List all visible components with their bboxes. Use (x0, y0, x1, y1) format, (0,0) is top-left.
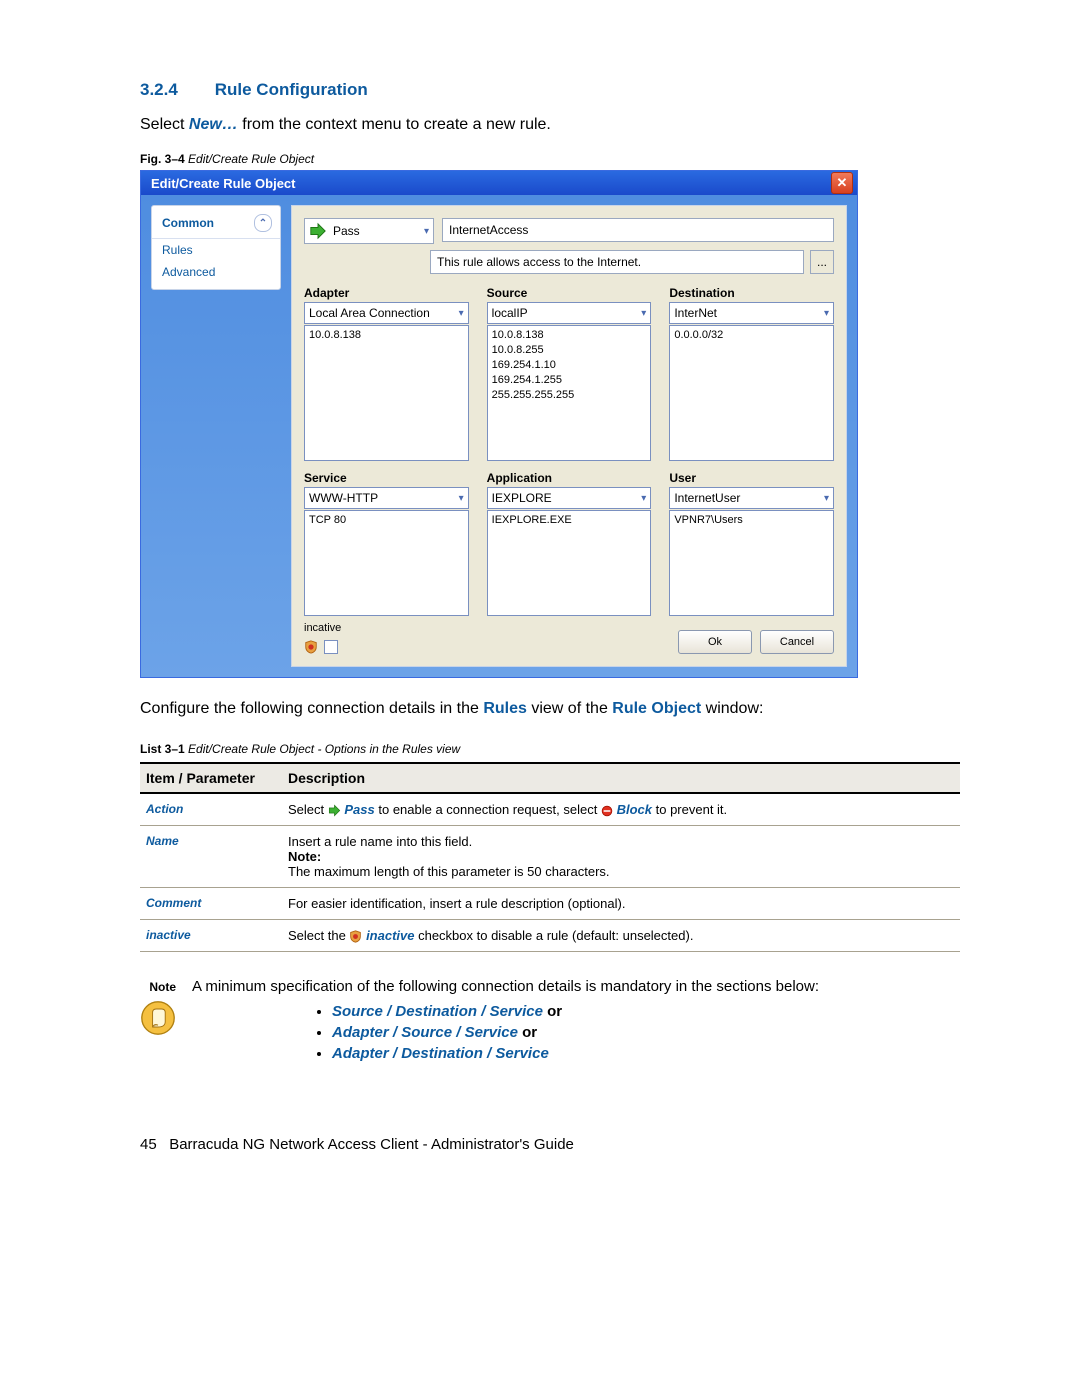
dialog-title: Edit/Create Rule Object (151, 176, 295, 191)
collapse-icon[interactable]: ⌃ (254, 214, 272, 232)
cancel-button[interactable]: Cancel (760, 630, 834, 654)
source-label: Source (487, 286, 652, 300)
user-listbox[interactable]: VPNR7\Users (669, 510, 834, 616)
pass-arrow-icon (328, 804, 341, 817)
adapter-dropdown[interactable]: Local Area Connection ▾ (304, 302, 469, 324)
chevron-down-icon: ▾ (824, 493, 829, 504)
sidebar-header[interactable]: Common ⌃ (152, 212, 280, 239)
after-figure-text: Configure the following connection detai… (140, 700, 960, 718)
section-title: Rule Configuration (215, 80, 368, 99)
destination-label: Destination (669, 286, 834, 300)
note-label: Note (140, 980, 176, 994)
table-row: Action Select Pass to enable a connectio… (140, 793, 960, 826)
page-footer: 45 Barracuda NG Network Access Client - … (140, 1136, 960, 1153)
chevron-down-icon: ▾ (641, 493, 646, 504)
ellipsis-button[interactable]: ... (810, 250, 834, 274)
chevron-down-icon: ▾ (459, 308, 464, 319)
note-text: A minimum specification of the following… (192, 978, 960, 995)
sidebar-item-rules[interactable]: Rules (152, 239, 280, 261)
destination-listbox[interactable]: 0.0.0.0/32 (669, 325, 834, 461)
block-icon (601, 805, 613, 817)
dialog-window: Edit/Create Rule Object ✕ Common ⌃ Rules… (140, 170, 858, 678)
chevron-down-icon: ▾ (424, 226, 429, 237)
ok-button[interactable]: Ok (678, 630, 752, 654)
service-listbox[interactable]: TCP 80 (304, 510, 469, 616)
application-label: Application (487, 471, 652, 485)
intro-text: Select New… from the context menu to cre… (140, 116, 960, 134)
note-bullets: Source / Destination / Service or Adapte… (292, 1003, 960, 1062)
main-panel: Pass ▾ InternetAccess This rule allows a… (291, 205, 847, 667)
adapter-label: Adapter (304, 286, 469, 300)
pass-arrow-icon (309, 222, 327, 240)
close-icon: ✕ (837, 175, 848, 191)
bullet-item: Adapter / Source / Service or (332, 1024, 960, 1041)
chevron-down-icon: ▾ (459, 493, 464, 504)
service-dropdown[interactable]: WWW-HTTP ▾ (304, 487, 469, 509)
page-number: 45 (140, 1136, 157, 1153)
inactive-label: incative (304, 622, 341, 634)
section-heading: 3.2.4 Rule Configuration (140, 80, 960, 100)
chevron-down-icon: ▾ (824, 308, 829, 319)
rule-name-input[interactable]: InternetAccess (442, 218, 834, 242)
application-listbox[interactable]: IEXPLORE.EXE (487, 510, 652, 616)
chevron-down-icon: ▾ (641, 308, 646, 319)
footer-title: Barracuda NG Network Access Client - Adm… (169, 1136, 574, 1153)
parameters-table: Item / Parameter Description Action Sele… (140, 762, 960, 952)
shield-icon (349, 930, 362, 943)
col-desc: Description (282, 763, 960, 793)
comment-input[interactable]: This rule allows access to the Internet. (430, 250, 804, 274)
inactive-checkbox[interactable] (324, 640, 338, 654)
rules-ref: Rules (483, 700, 527, 717)
user-label: User (669, 471, 834, 485)
source-listbox[interactable]: 10.0.8.138 10.0.8.255 169.254.1.10 169.2… (487, 325, 652, 461)
col-item: Item / Parameter (140, 763, 282, 793)
application-dropdown[interactable]: IEXPLORE ▾ (487, 487, 652, 509)
user-dropdown[interactable]: InternetUser ▾ (669, 487, 834, 509)
bullet-item: Source / Destination / Service or (332, 1003, 960, 1020)
table-row: Comment For easier identification, inser… (140, 888, 960, 920)
note-block: Note A minimum specification of the foll… (140, 978, 960, 1066)
table-row: inactive Select the inactive checkbox to… (140, 920, 960, 952)
section-number: 3.2.4 (140, 80, 210, 100)
adapter-listbox[interactable]: 10.0.8.138 (304, 325, 469, 461)
ruleobj-ref: Rule Object (612, 700, 701, 717)
destination-dropdown[interactable]: InterNet ▾ (669, 302, 834, 324)
close-button[interactable]: ✕ (831, 172, 853, 194)
sidebar-item-advanced[interactable]: Advanced (152, 261, 280, 283)
source-dropdown[interactable]: localIP ▾ (487, 302, 652, 324)
bullet-item: Adapter / Destination / Service (332, 1045, 960, 1062)
titlebar: Edit/Create Rule Object ✕ (141, 171, 857, 195)
table-row: Name Insert a rule name into this field.… (140, 826, 960, 888)
action-dropdown[interactable]: Pass ▾ (304, 218, 434, 244)
list-caption: List 3–1 Edit/Create Rule Object - Optio… (140, 742, 960, 756)
new-ref: New… (189, 116, 238, 133)
note-icon (140, 1000, 176, 1036)
shield-icon (304, 640, 318, 654)
figure-caption: Fig. 3–4 Edit/Create Rule Object (140, 152, 960, 166)
service-label: Service (304, 471, 469, 485)
sidebar: Common ⌃ Rules Advanced (151, 205, 281, 667)
